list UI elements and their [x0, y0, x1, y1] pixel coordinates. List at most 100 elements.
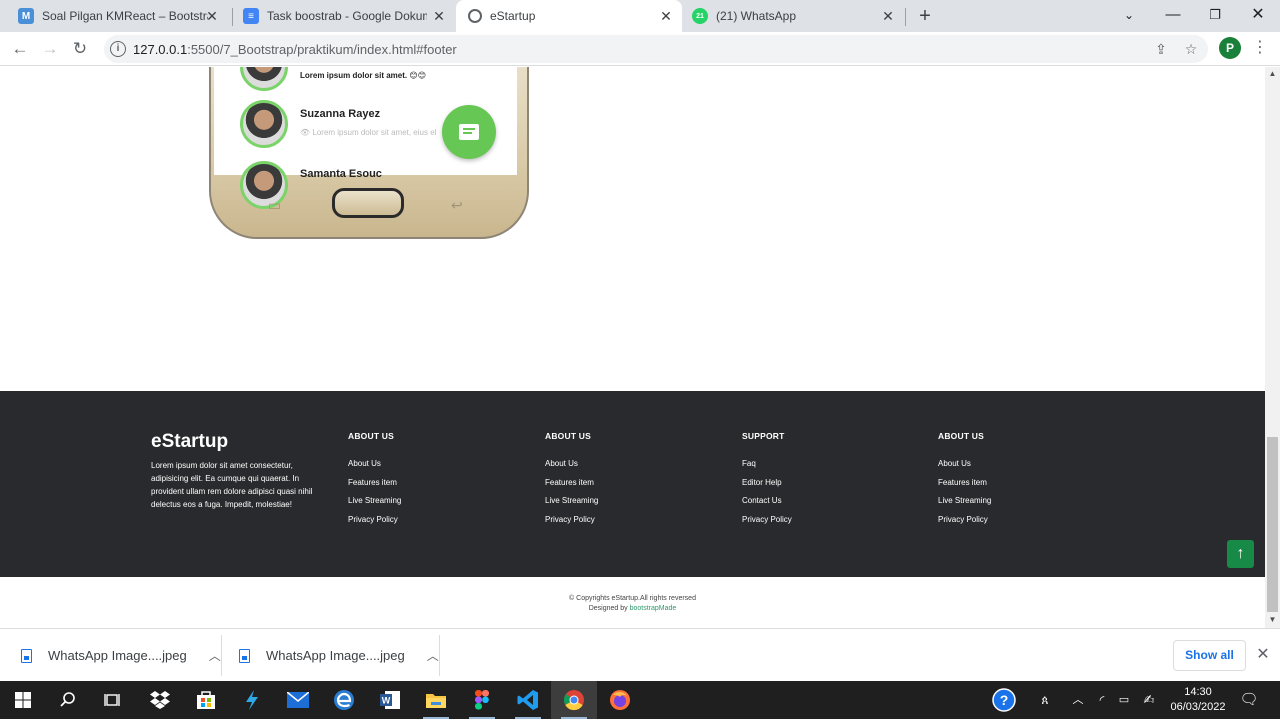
download-item[interactable]: WhatsApp Image....jpeg ︿ [21, 629, 221, 682]
footer-link[interactable]: Live Streaming [348, 496, 498, 515]
footer-description: Lorem ipsum dolor sit amet consectetur, … [151, 461, 313, 509]
footer-column-heading: ABOUT US [348, 431, 394, 441]
url-host: 127.0.0.1 [133, 42, 188, 57]
back-button[interactable]: ← [7, 36, 33, 62]
file-explorer-icon[interactable] [413, 681, 459, 719]
site-info-icon[interactable]: i [110, 41, 126, 57]
windows-start-icon[interactable] [0, 681, 46, 719]
chevron-up-icon[interactable]: ︿ [209, 647, 221, 664]
download-item[interactable]: WhatsApp Image....jpeg ︿ [239, 629, 439, 682]
close-tab-icon[interactable]: ✕ [658, 8, 674, 24]
tab-title: Task boostrab - Google Dokumen [267, 9, 427, 23]
copyright-text: © Copyrights eStartup.All rights reverse… [569, 595, 696, 602]
footer-link[interactable]: Live Streaming [545, 496, 695, 515]
footer-column: ABOUT US About Us Features item Live Str… [938, 431, 1088, 533]
footer-link[interactable]: Privacy Policy [545, 515, 695, 534]
restore-button[interactable]: ❐ [1193, 0, 1237, 30]
chrome-icon[interactable] [551, 681, 597, 719]
minimize-button[interactable]: — [1151, 0, 1195, 30]
tab-strip: M Soal Pilgan KMReact – Bootstrap ✕ ≡ Ta… [0, 0, 1280, 32]
designed-by-text: Designed by bootstrapMade [0, 604, 1265, 614]
show-all-button[interactable]: Show all [1173, 640, 1246, 671]
word-icon[interactable]: W [367, 681, 413, 719]
lightning-app-icon[interactable] [229, 681, 275, 719]
forward-button[interactable]: → [37, 36, 63, 62]
tab-search-icon[interactable]: ⌄ [1107, 0, 1151, 30]
tab-title: Soal Pilgan KMReact – Bootstrap [42, 9, 208, 23]
footer-link[interactable]: Live Streaming [938, 496, 1088, 515]
search-icon[interactable] [45, 681, 91, 719]
task-view-icon[interactable] [90, 681, 136, 719]
taskbar-clock[interactable]: 14:30 06/03/2022 [1166, 685, 1230, 715]
microsoft-store-icon[interactable] [183, 681, 229, 719]
scroll-up-arrow-icon[interactable]: ▲ [1265, 67, 1280, 81]
clock-time: 14:30 [1184, 686, 1212, 698]
footer-link[interactable]: Features item [938, 478, 1088, 497]
close-window-button[interactable]: ✕ [1236, 0, 1280, 30]
close-tab-icon[interactable]: ✕ [880, 8, 896, 24]
people-icon[interactable]: ጰ [1034, 681, 1056, 719]
footer-brand: eStartup [151, 431, 229, 452]
footer-link[interactable]: Features item [545, 478, 695, 497]
footer-link[interactable]: About Us [938, 459, 1088, 478]
close-downloads-icon[interactable]: ✕ [1254, 646, 1272, 664]
footer-link[interactable]: Privacy Policy [348, 515, 498, 534]
battery-icon[interactable]: ▭ [1114, 681, 1134, 719]
footer-column-heading: SUPPORT [742, 431, 785, 441]
footer-link[interactable]: Faq [742, 459, 892, 478]
copyright-block: © Copyrights eStartup.All rights reverse… [0, 594, 1265, 614]
download-divider [439, 635, 440, 676]
chat-avatar [240, 67, 288, 91]
chat-contact-name: Samanta Esouc [300, 168, 382, 180]
wifi-icon[interactable]: ◜ [1092, 681, 1112, 719]
new-tab-button[interactable]: + [914, 5, 936, 27]
chat-list-item: Lorem ipsum dolor sit amet. 😊😊 [232, 67, 502, 93]
chevron-up-icon[interactable]: ︿ [1068, 681, 1088, 719]
reload-button[interactable]: ↻ [67, 36, 93, 62]
tab-whatsapp[interactable]: 21 (21) WhatsApp ✕ [682, 0, 904, 32]
scrollbar-thumb[interactable] [1267, 437, 1278, 612]
phone-home-button [332, 188, 404, 218]
chevron-up-icon[interactable]: ︿ [427, 647, 439, 664]
browser-menu-icon[interactable]: ⋮ [1252, 37, 1268, 59]
figma-icon[interactable] [459, 681, 505, 719]
page-viewport: Lorem ipsum dolor sit amet. 😊😊 Suzanna R… [0, 67, 1265, 628]
close-tab-icon[interactable]: ✕ [204, 8, 220, 24]
downloads-bar: WhatsApp Image....jpeg ︿ WhatsApp Image.… [0, 628, 1280, 681]
site-footer: eStartup Lorem ipsum dolor sit amet cons… [0, 391, 1265, 577]
windows-taskbar: W ? ጰ ︿ ◜ ▭ ✍ 14:30 06/03/2022 🗨 [0, 681, 1280, 719]
back-to-top-button[interactable]: ↑ [1227, 540, 1254, 568]
mail-icon[interactable] [275, 681, 321, 719]
bootstrapmade-link[interactable]: bootstrapMade [630, 605, 677, 612]
back-key-icon: ↩ [451, 197, 463, 213]
download-filename: WhatsApp Image....jpeg [266, 648, 405, 663]
tab-soal-pilgan[interactable]: M Soal Pilgan KMReact – Bootstrap ✕ [0, 0, 228, 32]
footer-link[interactable]: Privacy Policy [938, 515, 1088, 534]
image-file-icon [21, 648, 32, 663]
edge-icon[interactable] [321, 681, 367, 719]
footer-link[interactable]: About Us [545, 459, 695, 478]
close-tab-icon[interactable]: ✕ [431, 8, 447, 24]
help-icon[interactable]: ? [989, 681, 1019, 719]
footer-link[interactable]: Contact Us [742, 496, 892, 515]
tab-estartup[interactable]: eStartup ✕ [456, 0, 682, 32]
globe-icon [468, 9, 482, 23]
profile-avatar[interactable]: P [1219, 37, 1241, 59]
recent-apps-icon: ▭ [268, 197, 282, 213]
footer-link[interactable]: Features item [348, 478, 498, 497]
footer-link[interactable]: Editor Help [742, 478, 892, 497]
vscode-icon[interactable] [505, 681, 551, 719]
url-text[interactable]: 127.0.0.1:5500/7_Bootstrap/praktikum/ind… [133, 42, 457, 57]
footer-link[interactable]: About Us [348, 459, 498, 478]
footer-link[interactable]: Privacy Policy [742, 515, 892, 534]
tab-google-docs[interactable]: ≡ Task boostrab - Google Dokumen ✕ [225, 0, 455, 32]
address-bar[interactable]: i 127.0.0.1:5500/7_Bootstrap/praktikum/i… [104, 35, 1208, 63]
notification-center-icon[interactable]: 🗨 [1236, 681, 1262, 719]
dropbox-icon[interactable] [137, 681, 183, 719]
scroll-down-arrow-icon[interactable]: ▼ [1265, 613, 1280, 627]
pen-icon[interactable]: ✍ [1138, 681, 1160, 719]
firefox-icon[interactable] [597, 681, 643, 719]
share-icon[interactable]: ⇪ [1152, 40, 1170, 58]
bookmark-star-icon[interactable]: ☆ [1182, 40, 1200, 58]
url-path: :5500/7_Bootstrap/praktikum/index.html#f… [187, 42, 457, 57]
